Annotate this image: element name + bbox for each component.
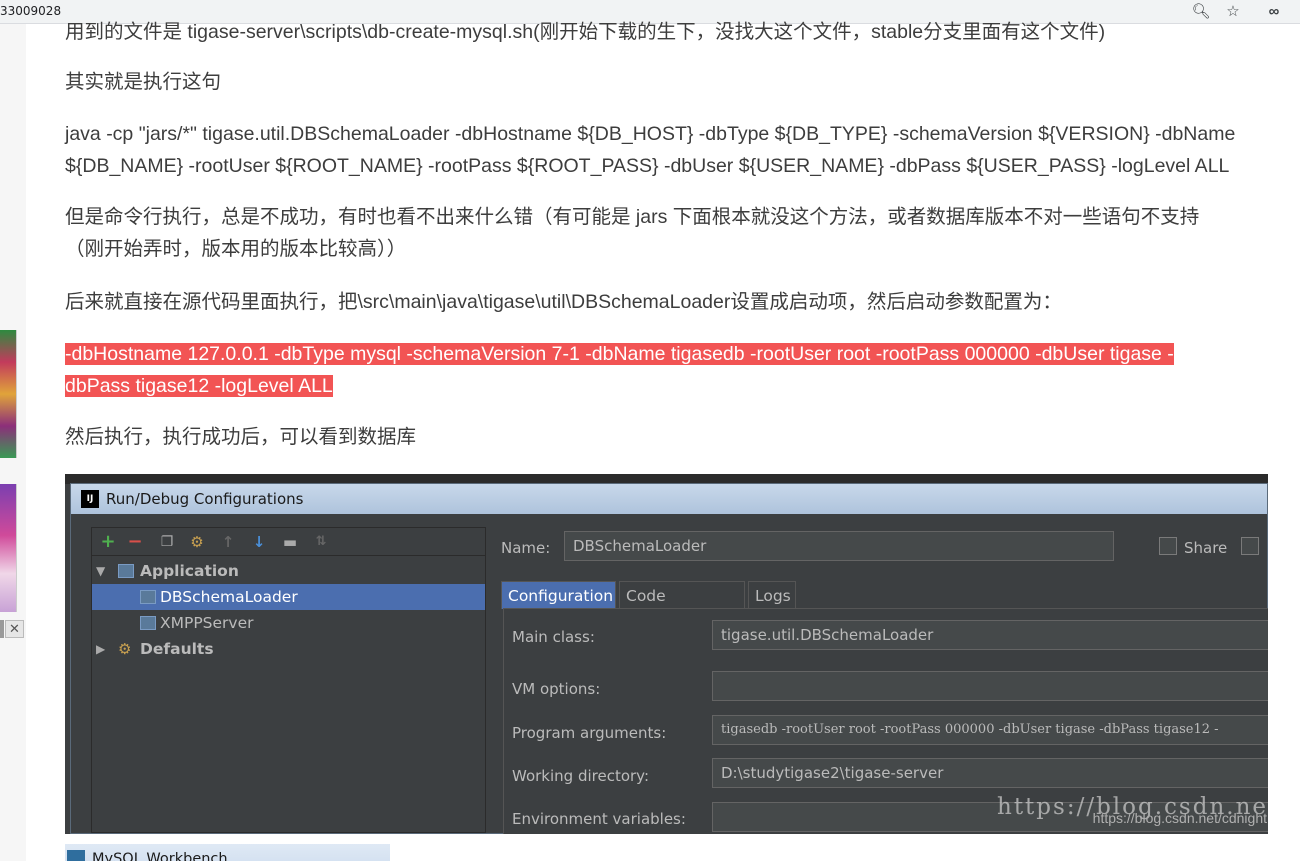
single-instance-checkbox[interactable] [1241, 537, 1259, 555]
paragraph: 然后执行，执行成功后，可以看到数据库 [65, 426, 417, 448]
add-icon[interactable]: + [97, 532, 119, 552]
text-line: ${DB_NAME} -rootUser ${ROOT_NAME} -rootP… [65, 155, 1230, 177]
share-label: Share [1184, 539, 1228, 557]
edit-defaults-icon[interactable]: ⚙ [186, 532, 208, 552]
mysql-workbench-icon [67, 850, 85, 861]
name-input[interactable]: DBSchemaLoader [564, 531, 1114, 561]
text-line: java -cp "jars/*" tigase.util.DBSchemaLo… [65, 123, 1236, 145]
application-icon [140, 590, 156, 604]
tree-label: Defaults [140, 640, 214, 658]
intellij-icon: IJ [81, 490, 99, 508]
share-checkbox[interactable] [1159, 537, 1177, 555]
move-down-icon[interactable]: ↓ [248, 532, 270, 552]
program-arguments-input[interactable]: tigasedb -rootUser root -rootPass 000000… [712, 715, 1268, 745]
tree-node-dbschemaloader[interactable]: DBSchemaLoader [92, 584, 485, 610]
tab-code-coverage[interactable]: Code Coverage [619, 581, 745, 633]
paragraph: 但是命令行执行，总是不成功，有时也看不出来什么错（有可能是 jars 下面根本就… [65, 201, 1270, 265]
paragraph: 其实就是执行这句 [65, 71, 222, 93]
mysql-workbench-screenshot: MySQL Workbench [65, 844, 390, 861]
working-directory-input[interactable]: D:\studytigase2\tigase-server [712, 758, 1268, 788]
ad-thumbnail[interactable] [0, 484, 17, 612]
environment-variables-label: Environment variables: [512, 810, 686, 828]
clipped-paragraph: 用到的文件是 tigase-server\scripts\db-create-m… [65, 21, 1106, 43]
expanded-arrow-icon[interactable]: ▼ [96, 558, 105, 584]
ide-screenshot: IJ Run/Debug Configurations + − ❐ ⚙ ↑ ↓ … [65, 474, 1268, 834]
highlighted-text: dbPass tigase12 -logLevel ALL [65, 375, 333, 397]
application-icon [140, 616, 156, 630]
image-credit: https://blog.csdn.net/cdnight [1092, 810, 1267, 826]
program-arguments-label: Program arguments: [512, 724, 667, 742]
tab-logs[interactable]: Logs [748, 581, 796, 609]
tree-node-defaults[interactable]: ▶ ⚙ Defaults [92, 636, 485, 662]
vm-options-label: VM options: [512, 680, 601, 698]
close-icon[interactable]: ✕ [5, 620, 24, 638]
ad-thumbnail[interactable] [0, 330, 17, 458]
name-label: Name: [501, 539, 551, 557]
paragraph: java -cp "jars/*" tigase.util.DBSchemaLo… [65, 118, 1270, 182]
highlighted-text: -dbHostname 127.0.0.1 -dbType mysql -sch… [65, 343, 1174, 365]
tree-node-xmppserver[interactable]: XMPPServer [92, 610, 485, 636]
tree-node-application[interactable]: ▼ Application [92, 558, 485, 584]
vm-options-input[interactable] [712, 671, 1268, 701]
remove-icon[interactable]: − [124, 532, 146, 552]
ad-close-edge [0, 620, 4, 638]
tree-label: Application [140, 562, 239, 580]
tree-label: XMPPServer [160, 614, 254, 632]
text-line: （刚开始弄时，版本用的版本比较高）） [65, 238, 407, 260]
window-title: MySQL Workbench [92, 851, 228, 861]
sort-icon[interactable]: ⇅ [310, 532, 332, 552]
move-up-icon[interactable]: ↑ [217, 532, 239, 552]
tab-configuration[interactable]: Configuration [501, 581, 616, 609]
defaults-gear-icon: ⚙ [118, 640, 132, 658]
highlighted-paragraph: -dbHostname 127.0.0.1 -dbType mysql -sch… [65, 338, 1270, 402]
run-debug-dialog: IJ Run/Debug Configurations + − ❐ ⚙ ↑ ↓ … [70, 483, 1268, 834]
main-class-label: Main class: [512, 628, 595, 646]
paragraph: 后来就直接在源代码里面执行，把\src\main\java\tigase\uti… [65, 291, 1062, 313]
tree-toolbar: + − ❐ ⚙ ↑ ↓ ▬ ⇅ [92, 528, 485, 556]
collapsed-arrow-icon[interactable]: ▶ [96, 636, 105, 662]
left-sidebar: ✕ [0, 24, 26, 861]
application-icon [118, 564, 134, 578]
tree-label: DBSchemaLoader [160, 588, 298, 606]
dialog-title: Run/Debug Configurations [106, 490, 304, 508]
copy-icon[interactable]: ❐ [156, 532, 178, 552]
folder-icon[interactable]: ▬ [279, 532, 301, 552]
dialog-titlebar: IJ Run/Debug Configurations [71, 484, 1267, 514]
url-fragment[interactable]: 33009028 [0, 4, 61, 18]
article-body: 用到的文件是 tigase-server\scripts\db-create-m… [35, 21, 1300, 861]
main-class-input[interactable]: tigase.util.DBSchemaLoader [712, 620, 1268, 650]
text-line: 但是命令行执行，总是不成功，有时也看不出来什么错（有可能是 jars 下面根本就… [65, 206, 1200, 228]
working-directory-label: Working directory: [512, 767, 650, 785]
configuration-tree-panel: + − ❐ ⚙ ↑ ↓ ▬ ⇅ ▼ Application DBSchemaLo… [91, 527, 486, 833]
